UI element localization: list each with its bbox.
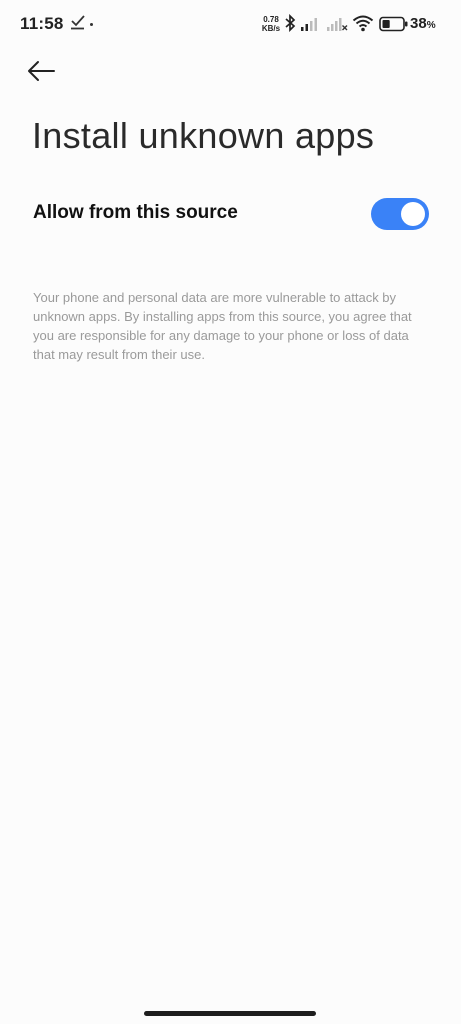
signal-icon (300, 16, 322, 37)
net-speed-value: 0.78 (263, 15, 279, 24)
wifi-icon (352, 14, 374, 37)
battery-percent-unit: % (426, 20, 436, 31)
battery-icon (379, 16, 409, 37)
allow-from-source-setting[interactable]: Allow from this source (0, 182, 461, 244)
home-indicator[interactable] (144, 1011, 316, 1016)
setting-label: Allow from this source (33, 202, 238, 223)
status-bar: 11:58 0.78 KB/s 38% (0, 0, 461, 50)
allow-from-source-toggle[interactable] (371, 198, 429, 230)
notification-dot-icon (90, 23, 93, 26)
back-button[interactable] (26, 56, 66, 90)
page-title: Install unknown apps (32, 115, 375, 156)
toggle-knob (401, 202, 425, 226)
battery-percent-value: 38 (410, 15, 427, 32)
back-arrow-icon (26, 60, 56, 87)
net-speed: 0.78 KB/s (259, 15, 283, 33)
disclaimer-text: Your phone and personal data are more vu… (33, 290, 412, 362)
status-time: 11:58 (20, 14, 64, 33)
bluetooth-icon (284, 13, 296, 37)
battery-percent: 38% (410, 15, 436, 32)
check-download-icon (70, 14, 86, 35)
signal-no-service-icon (326, 16, 348, 37)
screen: 11:58 0.78 KB/s 38% Install unknown apps… (0, 0, 461, 1024)
net-speed-unit: KB/s (261, 24, 281, 33)
